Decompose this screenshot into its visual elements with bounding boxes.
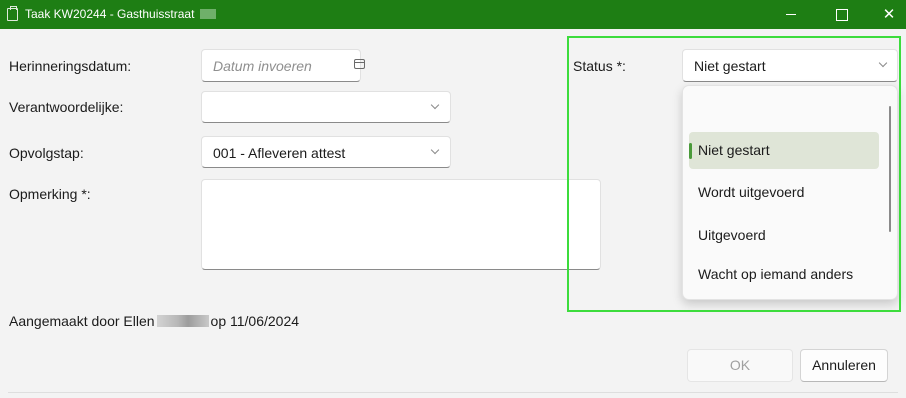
redacted-name: [156, 315, 209, 327]
chevron-down-icon: [430, 100, 440, 110]
reminder-date-picker[interactable]: Datum invoeren: [201, 49, 365, 82]
cancel-button[interactable]: Annuleren: [800, 349, 888, 382]
responsible-label: Verantwoordelijke:: [9, 99, 124, 115]
reminder-date-label: Herinneringsdatum:: [9, 58, 132, 74]
responsible-select[interactable]: [201, 91, 451, 123]
bottom-divider: [8, 392, 898, 393]
calendar-icon[interactable]: [354, 59, 365, 69]
minimize-button[interactable]: [768, 0, 814, 29]
remark-label: Opmerking *:: [9, 186, 91, 202]
created-by-text: Aangemaakt door Ellen op 11/06/2024: [9, 313, 299, 329]
created-by-date: op 11/06/2024: [210, 313, 300, 329]
maximize-button[interactable]: [818, 0, 864, 29]
ok-button[interactable]: OK: [687, 349, 793, 382]
followup-step-value: 001 - Afleveren attest: [213, 145, 346, 161]
highlight-box: [567, 36, 901, 312]
window-title-text: Taak KW20244 - Gasthuisstraat: [25, 7, 195, 21]
close-icon: ✕: [882, 6, 896, 23]
followup-step-select[interactable]: 001 - Afleveren attest: [201, 136, 451, 168]
clipboard-icon: [7, 6, 18, 21]
reminder-date-placeholder: Datum invoeren: [213, 58, 312, 74]
followup-step-label: Opvolgstap:: [9, 145, 84, 161]
remark-textarea[interactable]: [201, 179, 601, 270]
close-button[interactable]: ✕: [866, 0, 906, 29]
chevron-down-icon: [430, 145, 440, 155]
title-bar: Taak KW20244 - Gasthuisstraat ✕: [0, 0, 906, 29]
created-by-prefix: Aangemaakt door Ellen: [9, 313, 155, 329]
redacted-title-part: [199, 9, 216, 19]
window-title: Taak KW20244 - Gasthuisstraat: [25, 7, 216, 21]
